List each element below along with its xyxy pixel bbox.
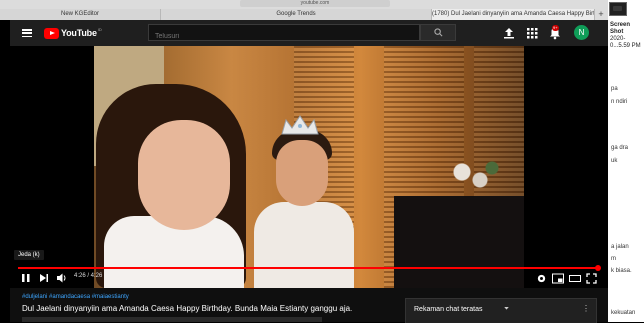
search-icon	[434, 28, 443, 37]
video-player[interactable]	[10, 46, 608, 288]
notification-count-badge: 9+	[552, 25, 559, 31]
fullscreen-icon[interactable]	[586, 273, 597, 284]
miniplayer-icon[interactable]	[552, 273, 564, 284]
time-display: 4:26 / 4:26	[74, 273, 103, 279]
side-text-snippet: m	[611, 256, 616, 262]
search-button[interactable]	[420, 24, 456, 41]
search-input[interactable]	[149, 29, 405, 44]
youtube-logo-icon	[44, 27, 59, 39]
video-frame[interactable]	[94, 46, 524, 288]
progress-bar[interactable]	[18, 267, 598, 269]
pause-icon[interactable]	[20, 272, 32, 284]
new-tab-button[interactable]: +	[596, 9, 606, 20]
browser-chrome: youtube.com New KGEditor Google Trends (…	[0, 0, 644, 20]
tab-kgeditor[interactable]: New KGEditor	[0, 9, 161, 20]
side-text-snippet: kekuatan	[611, 310, 636, 316]
side-text-snippet: k biasa.	[611, 268, 632, 274]
tab-google-trends[interactable]: Google Trends	[161, 9, 432, 20]
apps-icon[interactable]	[525, 26, 539, 40]
upload-icon[interactable]	[502, 26, 516, 40]
crown	[281, 115, 319, 135]
side-text-snippet: pa	[611, 86, 618, 92]
search-box	[148, 24, 420, 44]
logo-text: YouTube	[61, 28, 97, 38]
screenshot-thumbnail[interactable]	[609, 2, 627, 16]
progress-scrubber[interactable]	[595, 265, 601, 271]
volume-icon[interactable]	[56, 272, 68, 284]
logo-region: ID	[97, 27, 102, 32]
notification-title: Screen Shot	[610, 22, 631, 35]
theater-icon[interactable]	[569, 273, 581, 284]
notification-subtitle: 2020-0...5.59 PM	[610, 36, 641, 49]
piano	[394, 196, 524, 288]
youtube-logo[interactable]: YouTube ID	[44, 27, 102, 39]
side-text-snippet: ga dra	[611, 145, 629, 151]
side-text-snippet: uk	[611, 158, 618, 164]
chat-filter-label[interactable]: Rekaman chat teratas	[414, 306, 482, 313]
youtube-header: YouTube ID	[10, 20, 608, 46]
pause-tooltip: Jeda (k)	[14, 250, 44, 260]
side-text-snippet: n ndiri	[611, 99, 628, 105]
tab-youtube-video[interactable]: (1780) Dul Jaelani dinyanyiin ama Amanda…	[432, 9, 595, 20]
screenshot-notification: Screen Shot 2020-0...5.59 PM	[610, 22, 644, 50]
settings-icon[interactable]	[536, 273, 547, 284]
next-icon[interactable]	[38, 272, 50, 284]
video-meta-placeholder	[22, 317, 322, 322]
video-hashtags[interactable]: #duljelani #amandacaesa #maiaestianty	[22, 294, 129, 300]
chevron-down-icon[interactable]	[504, 307, 509, 310]
chat-more-button[interactable]: ⋮	[582, 304, 590, 313]
address-bar[interactable]: youtube.com	[240, 0, 390, 7]
avatar[interactable]: N	[574, 25, 589, 40]
video-title: Dul Jaelani dinyanyiin ama Amanda Caesa …	[22, 304, 353, 313]
menu-icon[interactable]	[22, 29, 32, 38]
side-text-snippet: a jalan	[611, 244, 629, 250]
